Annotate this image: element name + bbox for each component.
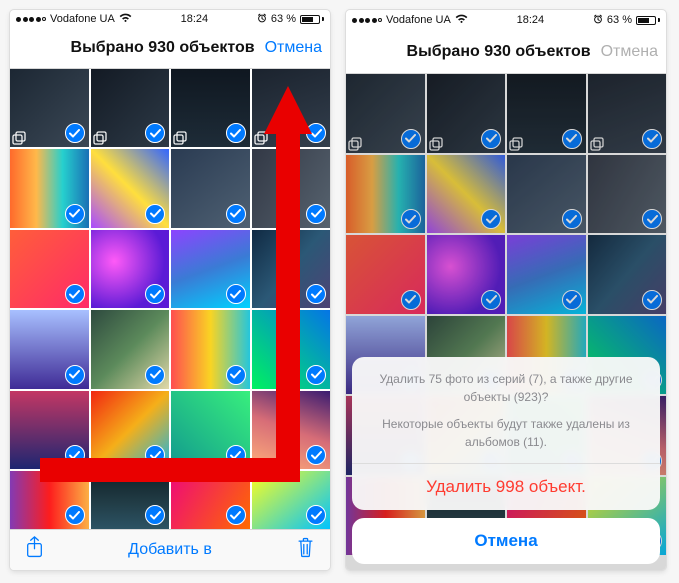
burst-icon [12,131,26,145]
checkmark-icon [306,505,326,525]
signal-icon [352,18,382,23]
checkmark-icon [226,505,246,525]
carrier-text: Vodafone UA [50,13,115,25]
action-sheet: Удалить 75 фото из серий (7), а также др… [352,357,660,564]
photo-thumb[interactable] [10,471,89,529]
checkmark-icon [226,365,246,385]
bottom-toolbar: Добавить в [10,529,330,570]
checkmark-icon [306,365,326,385]
photo-thumb[interactable] [171,69,250,148]
checkmark-icon [65,204,85,224]
photo-thumb[interactable] [10,230,89,309]
battery-icon [636,16,660,25]
checkmark-icon [226,204,246,224]
checkmark-icon [65,123,85,143]
checkmark-icon [65,445,85,465]
status-time: 18:24 [517,14,545,26]
photo-thumb[interactable] [252,471,331,529]
alarm-icon [593,14,603,27]
wifi-icon [455,14,468,27]
alarm-icon [257,13,267,26]
photo-thumb[interactable] [91,230,170,309]
nav-bar: Выбрано 930 объектов Отмена [346,30,666,74]
burst-icon [93,131,107,145]
photo-thumb[interactable] [91,391,170,470]
share-button[interactable] [24,536,45,564]
battery-text: 63 % [271,13,296,25]
status-time: 18:24 [181,13,209,25]
trash-button[interactable] [295,536,316,564]
carrier-text: Vodafone UA [386,14,451,26]
checkmark-icon [145,365,165,385]
photo-thumb[interactable] [171,391,250,470]
sheet-message: Удалить 75 фото из серий (7), а также др… [352,357,660,463]
status-bar: Vodafone UA 18:24 63 % [10,10,330,28]
checkmark-icon [145,505,165,525]
checkmark-icon [145,445,165,465]
wifi-icon [119,13,132,26]
photo-thumb[interactable] [91,149,170,228]
photo-thumb[interactable] [171,471,250,529]
add-to-button[interactable]: Добавить в [128,541,212,559]
checkmark-icon [306,204,326,224]
checkmark-icon [65,365,85,385]
photo-thumb[interactable] [252,230,331,309]
photo-thumb[interactable] [252,310,331,389]
delete-confirm-button[interactable]: Удалить 998 объект. [352,463,660,510]
checkmark-icon [306,284,326,304]
phone-left: Vodafone UA 18:24 63 % Выбрано 930 объек… [10,10,330,570]
photo-thumb[interactable] [171,149,250,228]
battery-text: 63 % [607,14,632,26]
photo-thumb[interactable] [252,391,331,470]
photo-thumb[interactable] [10,391,89,470]
checkmark-icon [145,123,165,143]
nav-title: Выбрано 930 объектов [407,43,591,61]
photo-thumb[interactable] [171,310,250,389]
checkmark-icon [306,123,326,143]
photo-thumb[interactable] [10,310,89,389]
photo-thumb[interactable] [91,69,170,148]
signal-icon [16,17,46,22]
checkmark-icon [145,284,165,304]
photo-thumb[interactable] [91,471,170,529]
photo-thumb[interactable] [252,149,331,228]
nav-cancel-button: Отмена [601,43,658,61]
battery-icon [300,15,324,24]
photo-grid[interactable] [10,69,330,530]
checkmark-icon [65,284,85,304]
nav-title: Выбрано 930 объектов [71,39,255,57]
status-bar: Vodafone UA 18:24 63 % [346,10,666,30]
photo-thumb[interactable] [10,69,89,148]
checkmark-icon [226,123,246,143]
checkmark-icon [306,445,326,465]
checkmark-icon [65,505,85,525]
burst-icon [173,131,187,145]
phone-right: Vodafone UA 18:24 63 % Выбрано 930 объек… [346,10,666,570]
burst-icon [254,131,268,145]
checkmark-icon [145,204,165,224]
photo-thumb[interactable] [252,69,331,148]
photo-thumb[interactable] [10,149,89,228]
nav-cancel-button[interactable]: Отмена [265,39,322,57]
nav-bar: Выбрано 930 объектов Отмена [10,28,330,69]
sheet-cancel-button[interactable]: Отмена [352,518,660,564]
checkmark-icon [226,284,246,304]
photo-thumb[interactable] [171,230,250,309]
checkmark-icon [226,445,246,465]
photo-thumb[interactable] [91,310,170,389]
